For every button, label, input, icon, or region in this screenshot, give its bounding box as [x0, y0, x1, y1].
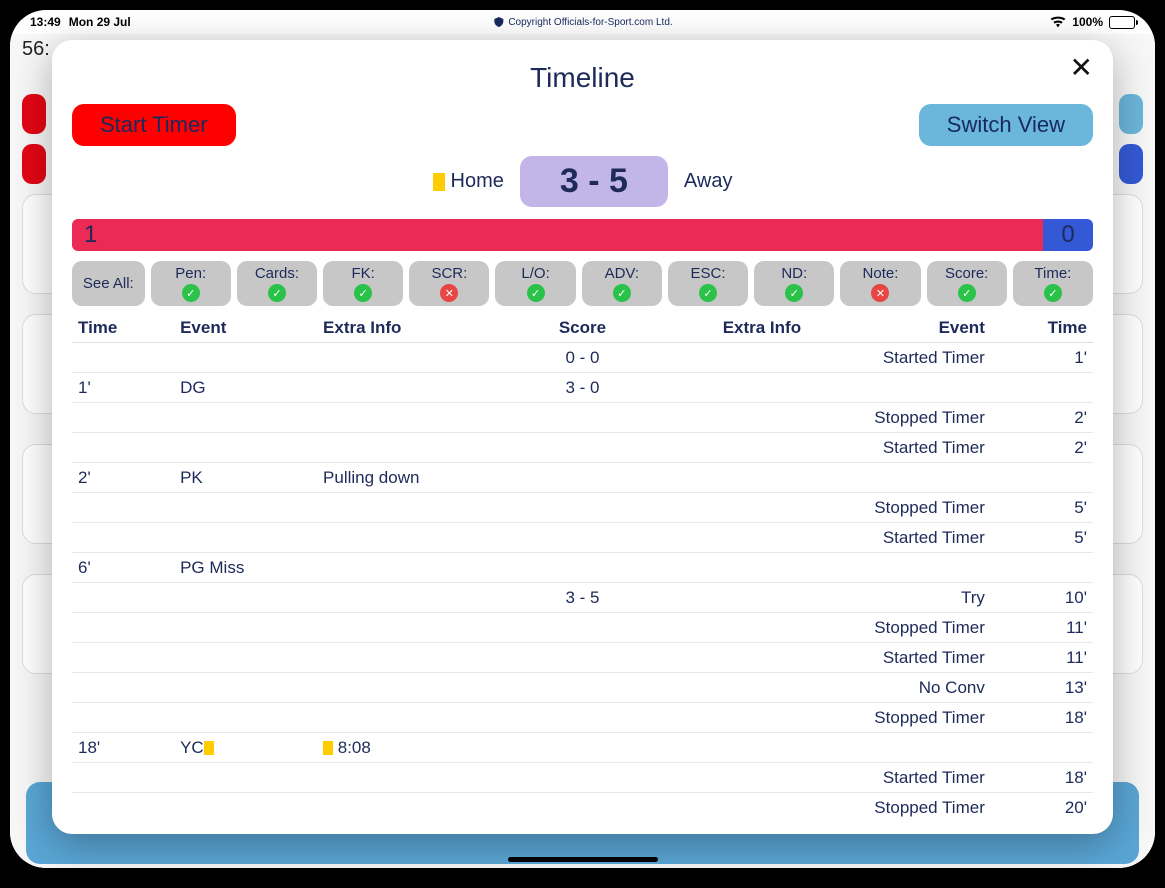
table-row[interactable]: 2'PKPulling down [72, 463, 1093, 493]
bg-timer: 56: [22, 38, 50, 61]
check-icon: ✓ [527, 284, 545, 302]
filter-label: Cards: [255, 265, 299, 282]
table-row[interactable]: 18'YC 8:08 [72, 733, 1093, 763]
period-home: 1 [72, 219, 1043, 251]
filter-chip[interactable]: ESC: ✓ [668, 261, 748, 306]
filter-chip[interactable]: L/O: ✓ [495, 261, 575, 306]
filter-chip[interactable]: FK: ✓ [323, 261, 403, 306]
filter-label: ADV: [605, 265, 639, 282]
check-icon: ✓ [785, 284, 803, 302]
table-row[interactable]: Stopped Timer18' [72, 703, 1093, 733]
timeline-table: Time Event Extra Info Score Extra Info E… [72, 314, 1093, 818]
filter-see-all[interactable]: See All: [72, 261, 145, 306]
table-row[interactable]: 6'PG Miss [72, 553, 1093, 583]
check-icon: ✓ [613, 284, 631, 302]
status-bar: 13:49 Mon 29 Jul Copyright Officials-for… [10, 10, 1155, 34]
x-icon: ✕ [871, 284, 889, 302]
table-row[interactable]: Stopped Timer20' [72, 793, 1093, 819]
x-icon: ✕ [440, 284, 458, 302]
timeline-modal: ✕ Timeline Start Timer Switch View Home … [52, 40, 1113, 834]
switch-view-button[interactable]: Switch View [919, 104, 1093, 146]
table-row[interactable]: Started Timer11' [72, 643, 1093, 673]
col-extra-away: Extra Info [664, 314, 807, 343]
col-event-home: Event [174, 314, 317, 343]
filter-chip[interactable]: Cards: ✓ [237, 261, 317, 306]
filter-chip[interactable]: SCR: ✕ [409, 261, 489, 306]
col-time-home: Time [72, 314, 174, 343]
filter-label: SCR: [431, 265, 467, 282]
home-indicator[interactable] [508, 857, 658, 862]
table-row[interactable]: Stopped Timer5' [72, 493, 1093, 523]
check-icon: ✓ [1044, 284, 1062, 302]
home-color-badge [433, 173, 445, 191]
table-row[interactable]: Stopped Timer11' [72, 613, 1093, 643]
filter-chip[interactable]: Note: ✕ [840, 261, 920, 306]
filter-chip[interactable]: Score: ✓ [927, 261, 1007, 306]
filter-chip[interactable]: Pen: ✓ [151, 261, 231, 306]
status-date: Mon 29 Jul [69, 15, 131, 29]
table-row[interactable]: 3 - 5Try10' [72, 583, 1093, 613]
away-label: Away [684, 170, 733, 193]
filter-label: L/O: [521, 265, 549, 282]
table-row[interactable]: 1'DG3 - 0 [72, 373, 1093, 403]
check-icon: ✓ [958, 284, 976, 302]
check-icon: ✓ [354, 284, 372, 302]
check-icon: ✓ [268, 284, 286, 302]
check-icon: ✓ [182, 284, 200, 302]
filter-label: ND: [781, 265, 807, 282]
battery-icon [1109, 16, 1135, 29]
filter-label: Score: [945, 265, 988, 282]
check-icon: ✓ [699, 284, 717, 302]
col-score: Score [501, 314, 664, 343]
filter-chip[interactable]: ADV: ✓ [582, 261, 662, 306]
table-row[interactable]: Started Timer5' [72, 523, 1093, 553]
table-row[interactable]: Started Timer2' [72, 433, 1093, 463]
col-event-away: Event [807, 314, 991, 343]
filter-chip[interactable]: Time: ✓ [1013, 261, 1093, 306]
filter-label: ESC: [691, 265, 726, 282]
filter-chip[interactable]: ND: ✓ [754, 261, 834, 306]
wifi-icon [1050, 16, 1066, 28]
filter-label: Time: [1034, 265, 1071, 282]
yellow-card-icon [323, 741, 333, 755]
filter-label: FK: [351, 265, 374, 282]
home-label: Home [433, 170, 504, 193]
period-away: 0 [1043, 219, 1093, 251]
close-icon[interactable]: ✕ [1070, 54, 1093, 82]
score-box: 3 - 5 [520, 156, 668, 207]
table-row[interactable]: Started Timer18' [72, 763, 1093, 793]
yellow-card-icon [204, 741, 214, 755]
table-row[interactable]: No Conv13' [72, 673, 1093, 703]
start-timer-button[interactable]: Start Timer [72, 104, 236, 146]
table-row[interactable]: Stopped Timer2' [72, 403, 1093, 433]
col-time-away: Time [991, 314, 1093, 343]
modal-title: Timeline [72, 62, 1093, 94]
status-time: 13:49 [30, 15, 61, 29]
col-extra-home: Extra Info [317, 314, 501, 343]
table-row[interactable]: 0 - 0Started Timer1' [72, 343, 1093, 373]
filter-label: Note: [863, 265, 899, 282]
period-bar: 1 0 [72, 219, 1093, 251]
battery-percentage: 100% [1072, 15, 1103, 29]
filter-label: Pen: [175, 265, 206, 282]
status-copyright: Copyright Officials-for-Sport.com Ltd. [492, 16, 672, 28]
